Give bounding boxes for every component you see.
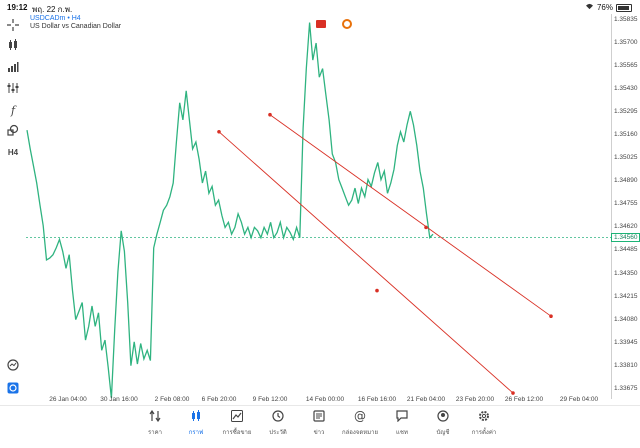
crosshair-icon[interactable] [5,17,21,33]
nav-label: กราฟ [188,430,204,436]
period-icon[interactable]: H4 [5,144,21,160]
nav-trade[interactable]: การซื้อขาย [217,409,257,445]
symbol-label: USDCADm • H4 [30,15,81,22]
trade-flag-icon[interactable] [316,20,326,28]
trendline [218,131,514,394]
battery-icon [616,3,632,12]
time-tick-label: 6 Feb 20:00 [201,396,237,403]
nav-label: การซื้อขาย [222,430,252,436]
chat-icon [395,409,409,423]
history-icon [271,409,285,423]
news-icon [312,409,326,423]
price-tick-label: 1.35835 [614,15,638,23]
function-icon[interactable]: f [5,102,21,118]
price-tick-label: 1.35565 [614,62,638,70]
price-series-line [26,22,434,399]
bottom-navigation: ราคา กราฟ การซื้อขาย ประวัติ ข่าว @ กล่อ… [0,405,640,448]
time-tick-label: 30 Jan 16:00 [100,396,138,403]
trendline [269,114,552,317]
nav-quotes[interactable]: ราคา [135,409,175,445]
nav-label: ข่าว [313,430,325,436]
settings-icon [477,409,491,423]
zoom-icon[interactable] [5,357,21,373]
nav-label: แชท [396,430,408,436]
trendline-anchor [424,225,428,230]
price-chart[interactable] [26,14,612,399]
price-tick-label: 1.33945 [614,338,638,346]
status-bar: 19:12 พฤ. 22 ก.พ. 76% [0,0,640,14]
time-tick-label: 26 Feb 12:00 [504,396,544,403]
timeframe-icon[interactable] [5,59,21,75]
price-tick-label: 1.34620 [614,223,638,231]
trade-icon [230,409,244,423]
time-tick-label: 26 Jan 04:00 [49,396,87,403]
trendline-anchor [511,391,515,395]
one-click-trading-icon[interactable] [342,19,352,29]
chart-toolbar: f H4 [0,14,26,399]
nav-label: กล่องจดหมาย [341,430,379,436]
nav-label: บัญชี [436,430,450,436]
price-tick-label: 1.35430 [614,85,638,93]
price-axis[interactable]: 1.35835 1.35700 1.35565 1.35430 1.35295 1.351… [612,14,640,399]
price-tick-label: 1.34755 [614,200,638,208]
time-tick-label: 29 Feb 04:00 [559,396,599,403]
trendline-anchor [375,288,379,293]
accounts-icon [436,409,450,423]
time-tick-label: 16 Feb 16:00 [357,396,397,403]
time-tick-label: 14 Feb 00:00 [305,396,345,403]
time-tick-label: 9 Feb 12:00 [252,396,288,403]
time-tick-label: 2 Feb 08:00 [154,396,190,403]
trendline-anchor [217,130,221,134]
nav-chat[interactable]: แชท [382,409,422,445]
nav-chart[interactable]: กราฟ [176,409,216,445]
mailbox-icon: @ [354,409,366,423]
chart-type-icon[interactable] [5,37,21,53]
price-tick-label: 1.35160 [614,131,638,139]
time-tick-label: 21 Feb 04:00 [406,396,446,403]
nav-label: ประวัติ [269,430,287,436]
quotes-icon [148,409,162,423]
time-tick-label: 23 Feb 20:00 [455,396,495,403]
nav-label: ราคา [148,430,162,436]
price-tick-label: 1.34485 [614,246,638,254]
chart-icon [189,409,203,423]
current-price-badge: 1.34560 [611,233,640,243]
nav-label: การตั้งค่า [471,430,497,436]
chart-canvas[interactable] [26,14,612,399]
nav-mailbox[interactable]: @ กล่องจดหมาย [340,409,380,445]
price-tick-label: 1.34080 [614,315,638,323]
objects-icon[interactable] [5,122,21,138]
price-tick-label: 1.34350 [614,269,638,277]
price-tick-label: 1.35700 [614,39,638,47]
nav-accounts[interactable]: บัญชี [423,409,463,445]
nav-settings[interactable]: การตั้งค่า [464,409,504,445]
chart-settings-icon[interactable] [5,380,21,396]
trendline-anchor [268,112,272,117]
indicators-icon[interactable] [5,80,21,96]
symbol-description: US Dollar vs Canadian Dollar [30,23,122,30]
price-tick-label: 1.33675 [614,384,638,392]
price-tick-label: 1.34890 [614,177,638,185]
price-tick-label: 1.34215 [614,292,638,300]
battery-percent: 76% [596,3,613,12]
wifi-icon [585,3,594,12]
price-tick-label: 1.35025 [614,154,638,162]
nav-news[interactable]: ข่าว [299,409,339,445]
trendline-anchor [549,314,553,318]
price-tick-label: 1.35295 [614,108,638,116]
nav-history[interactable]: ประวัติ [258,409,298,445]
clock: 19:12 [7,3,28,12]
price-tick-label: 1.33810 [614,361,638,369]
